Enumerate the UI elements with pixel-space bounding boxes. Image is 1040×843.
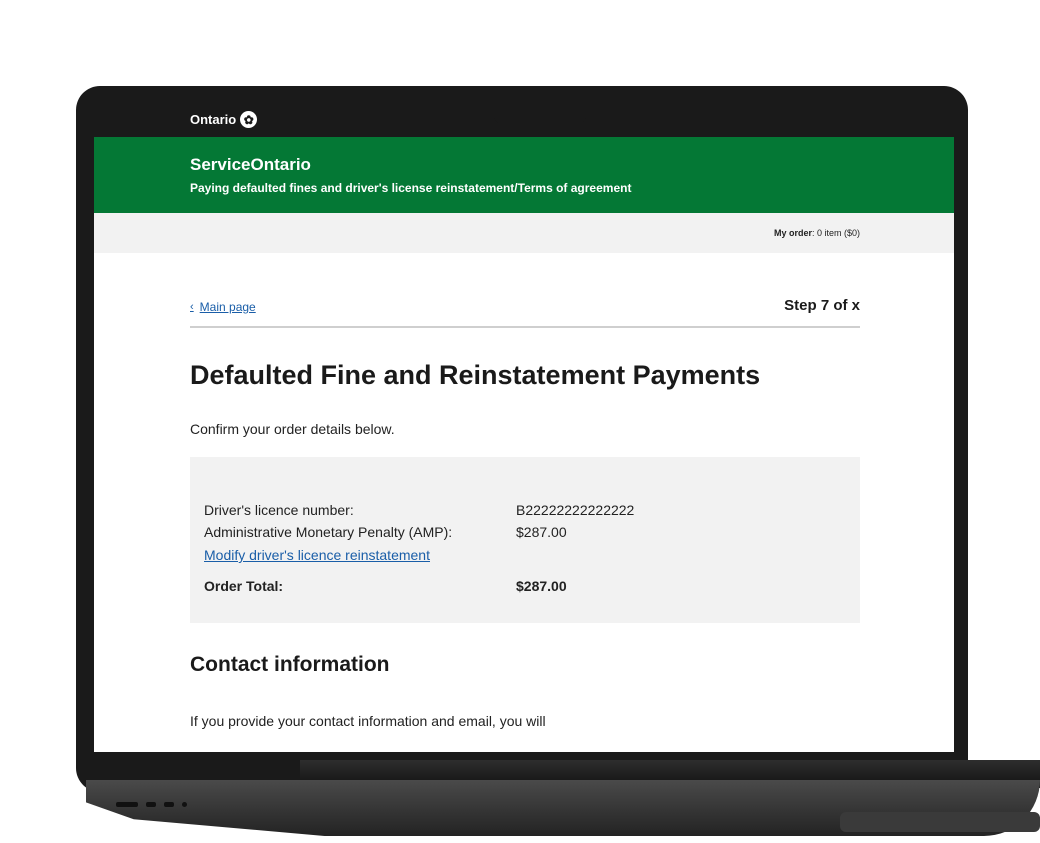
detail-label: Driver's licence number: <box>204 502 354 518</box>
laptop-trackpad <box>840 812 1040 832</box>
page-title: Defaulted Fine and Reinstatement Payment… <box>190 360 761 390</box>
order-summary-bar[interactable]: My order : 0 item ($0) <box>94 213 954 253</box>
site-header: ServiceOntario Paying defaulted fines an… <box>94 137 954 213</box>
back-link-label: Main page <box>199 300 256 314</box>
page-breadcrumb: Paying defaulted fines and driver's lice… <box>190 181 632 195</box>
order-label: My order <box>773 228 812 238</box>
order-details-panel: Driver's licence number: B22222222222222… <box>190 457 860 623</box>
step-nav: ‹ Main page Step 7 of x <box>190 297 860 328</box>
site-title[interactable]: ServiceOntario <box>190 137 858 175</box>
contact-heading: Contact information <box>190 653 390 676</box>
port-icon <box>146 802 156 807</box>
detail-row: Driver's licence number: B22222222222222 <box>204 499 846 521</box>
main-page-link[interactable]: ‹ Main page <box>190 300 256 314</box>
ontario-wordmark[interactable]: Ontario <box>190 112 236 127</box>
port-icon <box>164 802 174 807</box>
laptop-screen: Ontario ✿ ServiceOntario Paying defaulte… <box>94 102 954 752</box>
order-total-row: Order Total: $287.00 <box>204 575 846 597</box>
main-content: ‹ Main page Step 7 of x Defaulted Fine a… <box>94 297 954 729</box>
total-value: $287.00 <box>516 578 567 594</box>
port-icon <box>116 802 138 807</box>
detail-row: Administrative Monetary Penalty (AMP): $… <box>204 521 846 543</box>
order-count: : 0 item ($0) <box>811 228 860 238</box>
camera-notch <box>494 102 586 124</box>
detail-value: B22222222222222 <box>516 502 635 518</box>
detail-label: Administrative Monetary Penalty (AMP): <box>204 524 453 540</box>
laptop-ports <box>116 802 187 807</box>
port-icon <box>182 802 187 807</box>
trillium-icon: ✿ <box>240 111 258 128</box>
step-indicator: Step 7 of x <box>784 297 860 314</box>
contact-description: If you provide your contact information … <box>190 713 546 729</box>
intro-text: Confirm your order details below. <box>190 421 395 437</box>
chevron-left-icon: ‹ <box>190 301 194 313</box>
detail-value: $287.00 <box>516 524 567 540</box>
modify-reinstatement-link[interactable]: Modify driver's licence reinstatement <box>204 543 846 567</box>
total-label: Order Total: <box>204 578 284 594</box>
